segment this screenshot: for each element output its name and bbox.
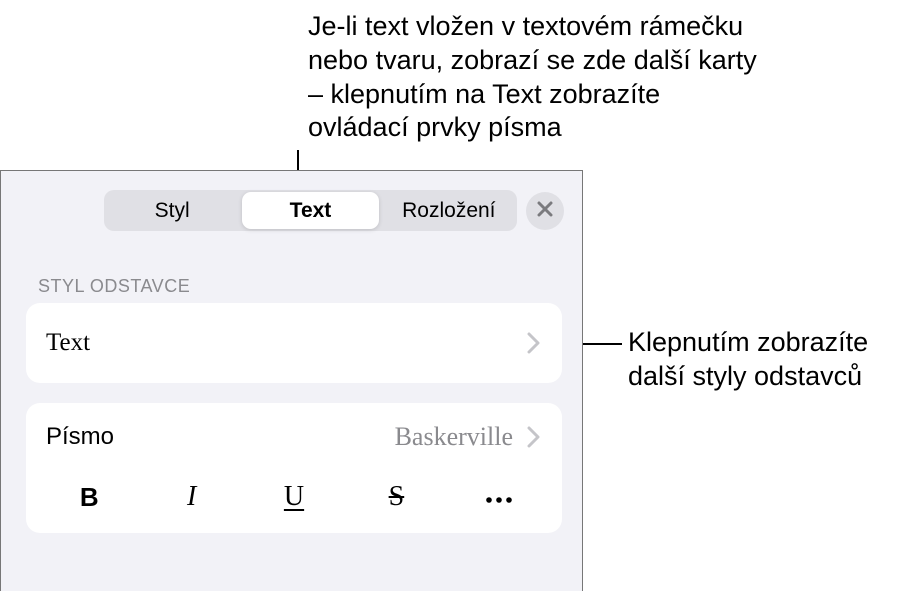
bold-button[interactable]: B <box>38 475 140 519</box>
underline-button[interactable]: U <box>243 475 345 519</box>
more-icon <box>484 481 514 513</box>
tab-style[interactable]: Styl <box>104 190 240 231</box>
format-panel: Styl Text Rozložení STYL ODSTAVCE Text P… <box>0 170 583 591</box>
font-value-wrap: Baskerville <box>395 422 540 452</box>
more-options-button[interactable] <box>448 475 550 519</box>
tabs-segmented-control: Styl Text Rozložení <box>104 190 517 231</box>
font-value: Baskerville <box>395 422 513 452</box>
tab-text[interactable]: Text <box>242 192 378 229</box>
font-card: Písmo Baskerville B I U S <box>26 403 562 533</box>
paragraph-style-row[interactable]: Text <box>26 303 562 383</box>
chevron-right-icon <box>527 332 540 354</box>
italic-button[interactable]: I <box>140 475 242 519</box>
paragraph-style-card: Text <box>26 303 562 383</box>
paragraph-style-name: Text <box>46 329 90 357</box>
callout-top: Je-li text vložen v textovém rámečku neb… <box>308 10 758 145</box>
section-paragraph-style-title: STYL ODSTAVCE <box>38 276 190 297</box>
close-button[interactable] <box>526 192 564 230</box>
font-row[interactable]: Písmo Baskerville <box>26 403 562 471</box>
format-buttons-row: B I U S <box>26 471 562 523</box>
tab-layout[interactable]: Rozložení <box>381 190 517 231</box>
chevron-right-icon <box>527 426 540 448</box>
font-label: Písmo <box>46 423 114 451</box>
close-icon <box>537 201 553 222</box>
strikethrough-button[interactable]: S <box>345 475 447 519</box>
callout-right: Klepnutím zobrazíte další styly odstavců <box>628 326 898 394</box>
